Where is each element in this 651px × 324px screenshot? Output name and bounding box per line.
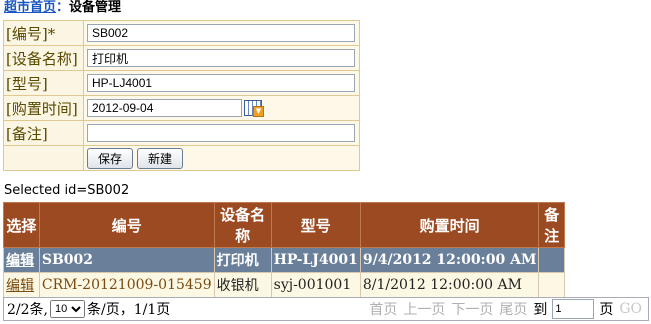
cell-date: 9/4/2012 12:00:00 AM <box>359 247 540 273</box>
breadcrumb: 超市首页：设备管理 <box>4 0 121 20</box>
model-label: [型号] <box>3 70 84 96</box>
cell-code: CRM-20121009-015459 <box>38 272 215 298</box>
date-label: [购置时间] <box>3 95 84 121</box>
model-input[interactable] <box>87 74 355 92</box>
code-input[interactable] <box>87 24 355 42</box>
new-button[interactable]: 新建 <box>137 147 184 169</box>
save-button[interactable]: 保存 <box>87 147 134 169</box>
cell-remark <box>538 247 565 273</box>
name-label: [设备名称] <box>3 45 84 71</box>
selected-id-text: Selected id=SB002 <box>4 183 130 198</box>
name-input[interactable] <box>87 49 355 67</box>
table-row-selected[interactable]: 编辑 SB002 打印机 HP-LJ4001 9/4/2012 12:00:00… <box>3 247 565 273</box>
breadcrumb-current: 设备管理 <box>69 0 122 15</box>
code-label: [编号]* <box>3 20 84 46</box>
per-page-label: 条/页， <box>86 302 134 318</box>
equipment-table: 选择 编号 设备名称 型号 购置时间 备注 编辑 SB002 打印机 HP-LJ… <box>3 202 565 298</box>
header-name: 设备名称 <box>213 202 272 248</box>
header-remark: 备注 <box>538 202 565 248</box>
record-count: 2/2条, <box>7 302 48 318</box>
goto-label: 到 <box>533 302 548 318</box>
cell-model: HP-LJ4001 <box>270 247 361 273</box>
cell-model: syj-001001 <box>270 272 361 298</box>
cell-remark <box>538 272 565 298</box>
last-page-link[interactable]: 尾页 <box>499 299 527 319</box>
first-page-link[interactable]: 首页 <box>369 299 397 319</box>
breadcrumb-separator: ： <box>56 0 70 15</box>
page-size-select[interactable]: 10 <box>49 300 85 318</box>
pager: 2/2条, 10 条/页， 1/1页 首页 上一页 下一页 尾页 到 页 GO <box>3 297 649 321</box>
calendar-icon[interactable]: ▼ <box>244 100 264 117</box>
goto-page-input[interactable] <box>552 299 595 319</box>
equipment-form: [编号]* [设备名称] [型号] [购置时间] ▼ [备注] 保存新建 <box>3 20 360 171</box>
go-button[interactable]: GO <box>619 301 642 317</box>
prev-page-link[interactable]: 上一页 <box>403 299 445 319</box>
table-row[interactable]: 编辑 CRM-20121009-015459 收银机 syj-001001 8/… <box>3 272 565 298</box>
header-model: 型号 <box>270 202 361 248</box>
header-date: 购置时间 <box>359 202 540 248</box>
table-header-row: 选择 编号 设备名称 型号 购置时间 备注 <box>3 202 565 248</box>
next-page-link[interactable]: 下一页 <box>451 299 493 319</box>
cell-code: SB002 <box>38 247 215 273</box>
page-unit-label: 页 <box>599 302 614 318</box>
header-code: 编号 <box>38 202 215 248</box>
edit-link[interactable]: 编辑 <box>6 278 34 294</box>
remark-input[interactable] <box>87 124 355 142</box>
cell-name: 收银机 <box>213 272 272 298</box>
edit-link[interactable]: 编辑 <box>6 253 34 269</box>
remark-label: [备注] <box>3 120 84 146</box>
header-select: 选择 <box>3 202 40 248</box>
cell-name: 打印机 <box>213 247 272 273</box>
cell-date: 8/1/2012 12:00:00 AM <box>359 272 540 298</box>
date-input[interactable] <box>87 99 242 117</box>
breadcrumb-home-link[interactable]: 超市首页 <box>4 0 56 15</box>
page-info: 1/1页 <box>133 302 171 318</box>
